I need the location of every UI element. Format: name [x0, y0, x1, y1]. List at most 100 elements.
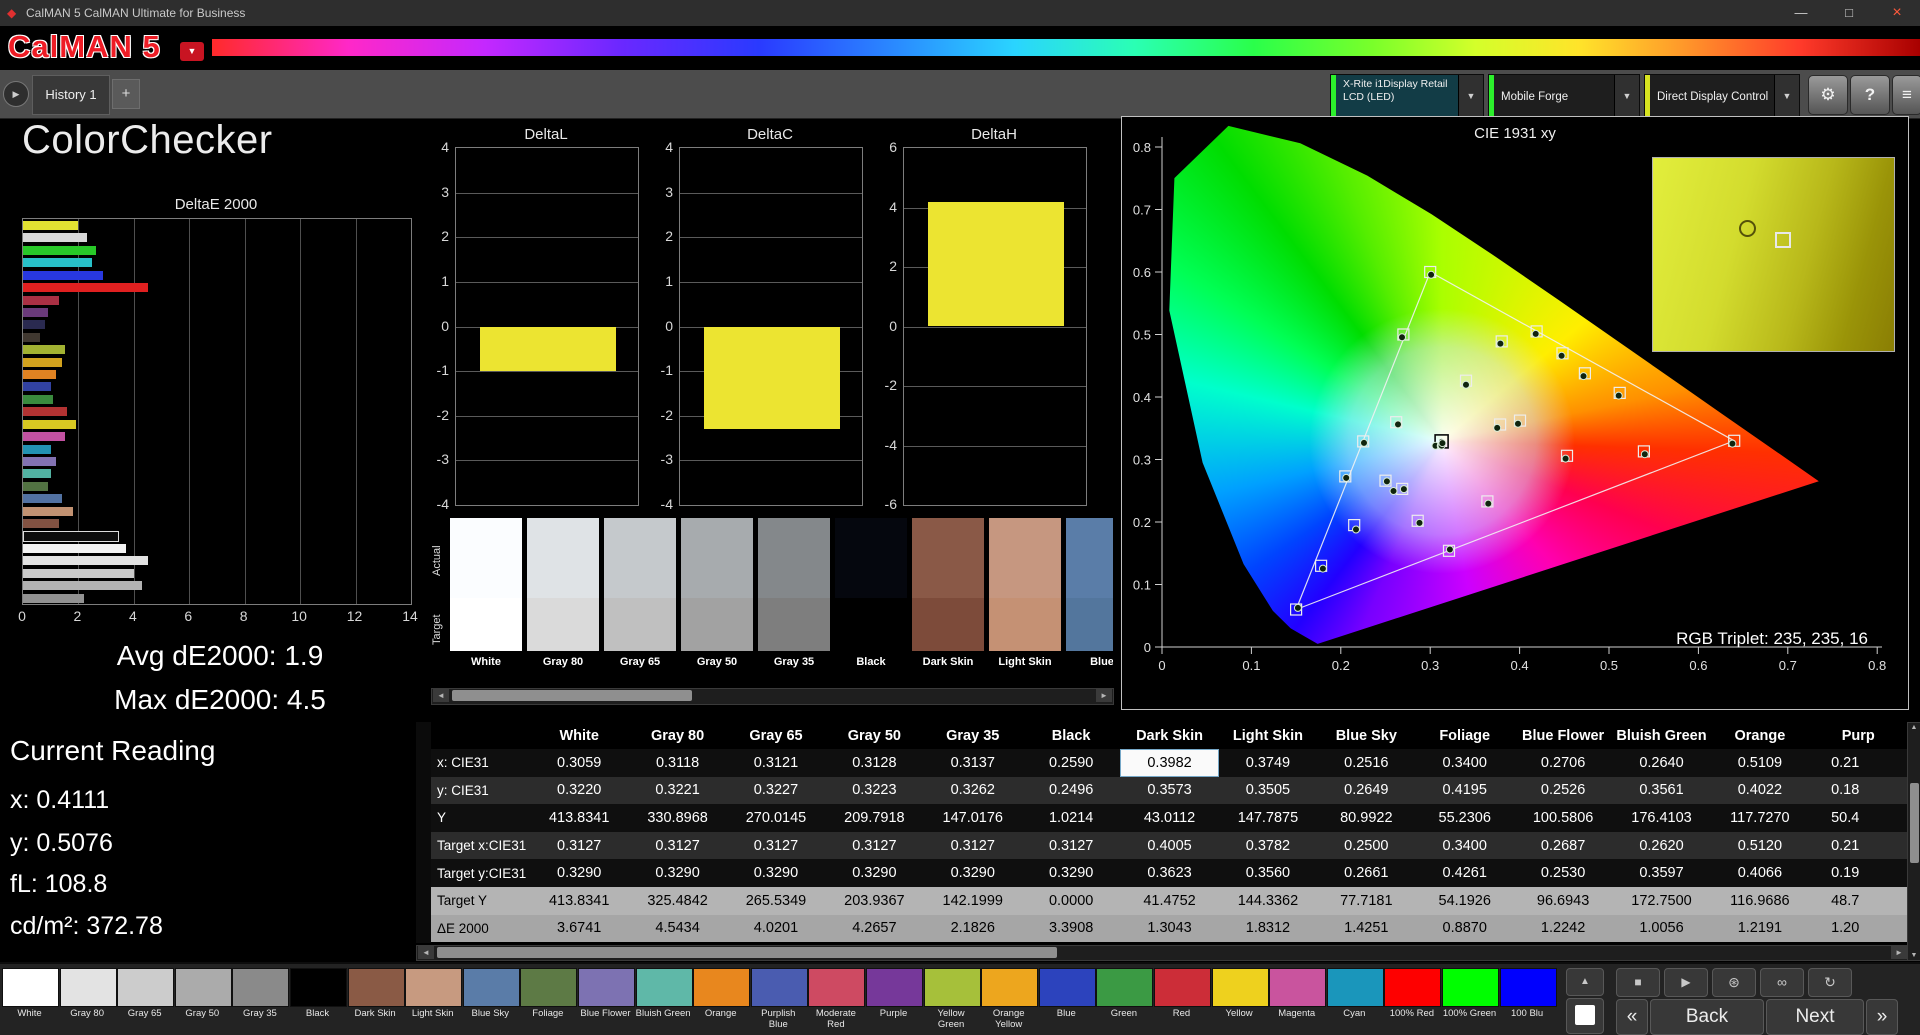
table-cell[interactable]: 0.3137 — [923, 749, 1022, 777]
scroll-up-icon[interactable]: ▲ — [1908, 724, 1920, 731]
patch-button[interactable]: Orange Yellow — [981, 968, 1039, 1031]
table-cell[interactable]: 0.2496 — [1021, 776, 1121, 805]
table-cell[interactable]: 0.2590 — [1021, 749, 1121, 777]
table-cell[interactable]: 0.2530 — [1513, 859, 1613, 887]
table-cell[interactable]: 0.3623 — [1120, 859, 1219, 887]
table-cell[interactable]: 0.3561 — [1612, 776, 1711, 805]
chevron-down-icon[interactable]: ▼ — [1614, 75, 1639, 116]
table-cell[interactable]: 0.4066 — [1710, 859, 1810, 887]
custom-patch-button[interactable] — [1566, 998, 1604, 1034]
stop-button[interactable]: ■ — [1616, 968, 1660, 997]
table-cell[interactable]: 0.0000 — [1021, 886, 1121, 915]
patch-button[interactable]: 100% Red — [1384, 968, 1442, 1031]
table-cell[interactable]: 55.2306 — [1415, 804, 1514, 832]
patch-button[interactable]: 100% Green — [1442, 968, 1499, 1031]
patch-button[interactable]: Gray 65 — [117, 968, 175, 1031]
table-cell[interactable]: 43.0112 — [1120, 804, 1219, 832]
patch-button[interactable]: Purple — [866, 968, 923, 1031]
scroll-right-icon[interactable]: ► — [1096, 689, 1112, 702]
table-cell[interactable]: 0.3560 — [1218, 859, 1318, 887]
patch-button[interactable]: Moderate Red — [808, 968, 866, 1031]
table-cell[interactable]: 0.2661 — [1317, 859, 1416, 887]
table-cell[interactable]: 413.8341 — [530, 886, 629, 915]
table-cell[interactable]: 1.2191 — [1710, 914, 1810, 943]
settings-button[interactable]: ⚙ — [1808, 75, 1848, 115]
table-cell[interactable]: 2.1826 — [923, 914, 1022, 943]
table-cell[interactable]: 117.7270 — [1710, 804, 1810, 832]
patch-button[interactable]: Red — [1154, 968, 1211, 1031]
table-cell[interactable]: 41.4752 — [1120, 886, 1219, 915]
table-cell[interactable]: 0.3220 — [530, 776, 629, 805]
table-cell[interactable]: 0.3059 — [530, 749, 629, 777]
table-cell[interactable]: 0.3400 — [1415, 831, 1514, 860]
table-h-scrollbar[interactable]: ◄ ► — [416, 945, 1909, 961]
patch-button[interactable]: Light Skin — [405, 968, 463, 1031]
table-cell[interactable]: 0.3290 — [628, 859, 727, 887]
logo-menu-button[interactable]: ▼ — [180, 42, 204, 61]
table-cell[interactable]: 77.7181 — [1317, 886, 1416, 915]
patch-button[interactable]: Blue Sky — [462, 968, 520, 1031]
patchbar-scroll-up-button[interactable]: ▲ — [1566, 968, 1604, 996]
table-cell[interactable]: 0.3127 — [530, 831, 629, 860]
table-cell[interactable]: 1.0056 — [1612, 914, 1711, 943]
table-cell[interactable]: 4.0201 — [726, 914, 826, 943]
table-cell[interactable]: 0.3127 — [628, 831, 727, 860]
patch-button[interactable]: Blue Flower — [578, 968, 635, 1031]
refresh-button[interactable]: ↻ — [1808, 968, 1852, 997]
table-cell[interactable]: 144.3362 — [1218, 886, 1318, 915]
table-cell[interactable]: 0.2500 — [1317, 831, 1416, 860]
patch-button[interactable]: Purplish Blue — [750, 968, 808, 1031]
table-cell[interactable]: 100.5806 — [1513, 804, 1613, 832]
read-button[interactable]: ⊛ — [1712, 968, 1756, 997]
swatch-scrollbar[interactable]: ◄ ► — [431, 688, 1114, 705]
scroll-down-icon[interactable]: ▼ — [1908, 952, 1920, 959]
table-cell[interactable]: 50.4 — [1809, 804, 1907, 832]
table-cell[interactable]: 0.3749 — [1218, 749, 1318, 777]
table-cell[interactable]: 96.6943 — [1513, 886, 1613, 915]
table-cell[interactable]: 0.3505 — [1218, 776, 1318, 805]
patch-button[interactable]: Gray 80 — [59, 968, 117, 1031]
table-cell[interactable]: 0.2516 — [1317, 749, 1416, 777]
patch-button[interactable]: Blue — [1038, 968, 1096, 1031]
table-cell[interactable]: 142.1999 — [923, 886, 1022, 915]
table-cell[interactable]: 0.8870 — [1415, 914, 1514, 943]
table-cell[interactable]: 1.4251 — [1317, 914, 1416, 943]
add-tab-button[interactable]: + — [112, 79, 140, 109]
table-cell[interactable]: 0.2649 — [1317, 776, 1416, 805]
table-cell[interactable]: 0.2620 — [1612, 831, 1711, 860]
table-cell[interactable]: 0.5109 — [1710, 749, 1810, 777]
table-cell[interactable]: 0.18 — [1809, 776, 1907, 805]
table-cell[interactable]: 0.3262 — [923, 776, 1022, 805]
table-cell[interactable]: 0.2640 — [1612, 749, 1711, 777]
table-cell[interactable]: 147.7875 — [1218, 804, 1318, 832]
table-cell[interactable]: 3.6741 — [530, 914, 629, 943]
table-cell[interactable]: 0.3597 — [1612, 859, 1711, 887]
table-cell[interactable]: 3.3908 — [1021, 914, 1121, 943]
close-button[interactable]: × — [1874, 0, 1920, 26]
patch-button[interactable]: Cyan — [1326, 968, 1384, 1031]
table-cell[interactable]: 265.5349 — [726, 886, 826, 915]
history-nav-button[interactable]: ▶ — [3, 81, 29, 107]
table-cell[interactable]: 1.20 — [1809, 914, 1907, 943]
patch-button[interactable]: Gray 35 — [232, 968, 290, 1031]
table-cell[interactable]: 0.3127 — [825, 831, 924, 860]
table-cell[interactable]: 209.7918 — [825, 804, 924, 832]
table-cell[interactable]: 0.3290 — [726, 859, 826, 887]
table-cell[interactable]: 0.3128 — [825, 749, 924, 777]
table-cell[interactable]: 54.1926 — [1415, 886, 1514, 915]
patch-button[interactable]: Yellow Green — [923, 968, 981, 1031]
table-cell[interactable]: 0.3290 — [825, 859, 924, 887]
back-button[interactable]: Back — [1650, 999, 1764, 1035]
table-cell[interactable]: 0.21 — [1809, 749, 1907, 777]
table-cell[interactable]: 0.4022 — [1710, 776, 1810, 805]
chevron-down-icon[interactable]: ▼ — [1458, 75, 1483, 116]
patch-button[interactable]: Dark Skin — [347, 968, 405, 1031]
table-cell[interactable]: 0.4261 — [1415, 859, 1514, 887]
patch-button[interactable]: Black — [290, 968, 347, 1031]
table-v-scrollbar[interactable]: ▲ ▼ — [1907, 722, 1920, 961]
table-cell[interactable]: 1.2242 — [1513, 914, 1613, 943]
table-cell[interactable]: 176.4103 — [1612, 804, 1711, 832]
table-cell[interactable]: 0.3573 — [1120, 776, 1219, 805]
table-cell[interactable]: 0.2706 — [1513, 749, 1613, 777]
table-cell[interactable]: 325.4842 — [628, 886, 727, 915]
